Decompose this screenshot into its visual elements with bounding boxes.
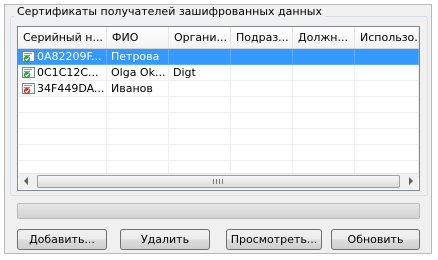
- delete-button[interactable]: Удалить: [120, 229, 210, 250]
- usage-cell: [355, 49, 419, 65]
- groupbox-title: Сертификаты получателей зашифрованных да…: [14, 5, 325, 18]
- department-cell: [231, 81, 293, 97]
- empty-cell: [231, 97, 293, 113]
- empty-cell: [293, 145, 355, 161]
- list-header: Серийный н... ФИО Органи... Подраз... До…: [18, 27, 419, 49]
- horizontal-scrollbar[interactable]: [19, 173, 418, 189]
- empty-cell: [107, 129, 169, 145]
- organization-cell: [169, 49, 231, 65]
- table-row[interactable]: 0A82209F... Петрова: [18, 49, 419, 65]
- column-header-usage[interactable]: Использо...: [355, 27, 419, 48]
- empty-cell: [293, 129, 355, 145]
- empty-cell: [169, 145, 231, 161]
- view-button[interactable]: Просмотреть...: [226, 229, 322, 250]
- empty-cell: [169, 129, 231, 145]
- position-cell: [293, 49, 355, 65]
- empty-cell: [231, 113, 293, 129]
- add-button[interactable]: Добавить...: [17, 229, 107, 250]
- serial-text: 0A82209F...: [37, 50, 102, 63]
- empty-row: [18, 145, 419, 161]
- empty-cell: [169, 113, 231, 129]
- department-cell: [231, 65, 293, 81]
- empty-cell: [107, 145, 169, 161]
- table-row[interactable]: 34F449DA... Иванов: [18, 81, 419, 97]
- column-header-department[interactable]: Подраз...: [231, 27, 293, 48]
- name-cell: Иванов: [107, 81, 169, 97]
- empty-cell: [18, 145, 107, 161]
- empty-row: [18, 113, 419, 129]
- usage-cell: [355, 65, 419, 81]
- column-header-serial[interactable]: Серийный н...: [18, 27, 107, 48]
- column-header-name[interactable]: ФИО: [107, 27, 169, 48]
- column-header-position[interactable]: Должн...: [293, 27, 355, 48]
- empty-cell: [355, 129, 419, 145]
- position-cell: [293, 81, 355, 97]
- empty-cell: [18, 113, 107, 129]
- empty-cell: [169, 97, 231, 113]
- organization-cell: Digt: [169, 65, 231, 81]
- table-row[interactable]: 0C1C12C... Olga Ok... Digt: [18, 65, 419, 81]
- empty-cell: [107, 113, 169, 129]
- progress-bar: [17, 203, 420, 219]
- empty-cell: [231, 129, 293, 145]
- empty-cell: [355, 97, 419, 113]
- department-cell: [231, 49, 293, 65]
- refresh-button[interactable]: Обновить: [331, 229, 420, 250]
- list-rows: 0A82209F... Петрова 0C1C12C... Olga Ok... Di…: [18, 49, 419, 177]
- empty-cell: [18, 129, 107, 145]
- scroll-left-arrow-icon[interactable]: [24, 177, 28, 185]
- empty-cell: [231, 145, 293, 161]
- organization-cell: [169, 81, 231, 97]
- empty-cell: [293, 97, 355, 113]
- empty-cell: [355, 145, 419, 161]
- usage-cell: [355, 81, 419, 97]
- empty-row: [18, 129, 419, 145]
- serial-cell: 0C1C12C...: [18, 65, 107, 81]
- scroll-right-arrow-icon[interactable]: [409, 177, 413, 185]
- name-cell: Olga Ok...: [107, 65, 169, 81]
- certificate-warning-icon: [22, 82, 35, 95]
- name-cell: Петрова: [107, 49, 169, 65]
- serial-text: 34F449DA...: [37, 82, 105, 95]
- certificates-list[interactable]: Серийный н... ФИО Органи... Подраз... До…: [17, 26, 420, 191]
- serial-text: 0C1C12C...: [37, 66, 99, 79]
- empty-cell: [107, 97, 169, 113]
- empty-cell: [293, 113, 355, 129]
- grip-icon: [213, 179, 223, 184]
- certificate-valid-icon: [22, 66, 35, 79]
- serial-cell: 0A82209F...: [18, 49, 107, 65]
- empty-cell: [355, 113, 419, 129]
- certificate-valid-icon: [22, 50, 35, 63]
- serial-cell: 34F449DA...: [18, 81, 107, 97]
- position-cell: [293, 65, 355, 81]
- empty-cell: [18, 97, 107, 113]
- empty-row: [18, 97, 419, 113]
- column-header-organization[interactable]: Органи...: [169, 27, 231, 48]
- scrollbar-thumb[interactable]: [37, 175, 400, 188]
